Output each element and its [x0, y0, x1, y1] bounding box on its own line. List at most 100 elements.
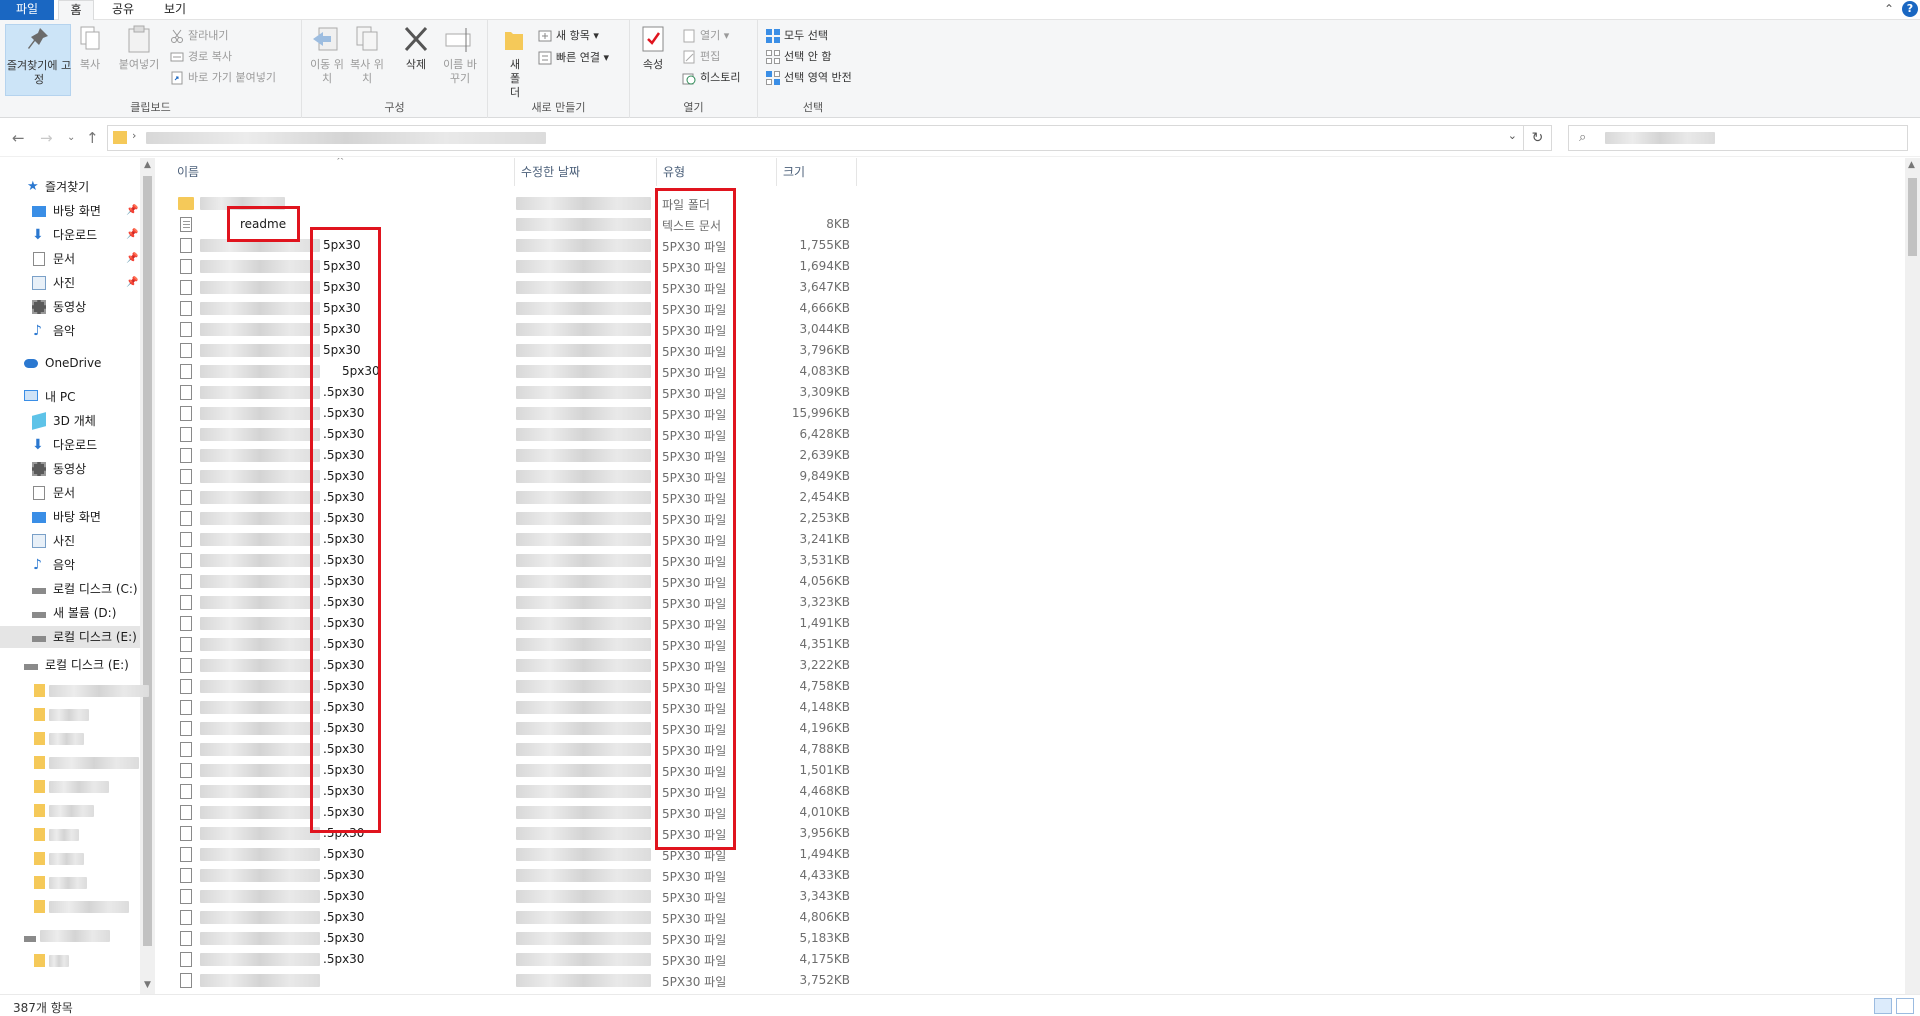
tree-folder[interactable]	[34, 732, 149, 756]
paste-shortcut-button[interactable]: 바로 가기 붙여넣기	[170, 68, 276, 88]
file-row[interactable]: .5px30 5PX30 파일 4,351KB	[160, 634, 860, 655]
file-row[interactable]: .5px30 5PX30 파일 2,454KB	[160, 487, 860, 508]
file-row[interactable]: .5px30 5PX30 파일 3,222KB	[160, 655, 860, 676]
file-row[interactable]: .5px30 5PX30 파일 1,491KB	[160, 613, 860, 634]
rename-button[interactable]: 이름 바꾸기	[440, 24, 480, 86]
tree-folder[interactable]	[34, 900, 149, 924]
file-row[interactable]: .5px30 5PX30 파일 3,531KB	[160, 550, 860, 571]
paste-button[interactable]: 붙여넣기	[114, 24, 164, 72]
file-row[interactable]: .5px30 5PX30 파일 9,849KB	[160, 466, 860, 487]
up-arrow-icon[interactable]: ↑	[86, 129, 99, 147]
sidebar-item-documents[interactable]: 문서 📌	[0, 248, 140, 270]
search-input[interactable]: ⌕	[1568, 125, 1908, 151]
file-row[interactable]: .5px30 5PX30 파일 4,468KB	[160, 781, 860, 802]
tree-folder[interactable]	[34, 804, 149, 828]
file-row[interactable]: .5px30 5PX30 파일 4,433KB	[160, 865, 860, 886]
file-row[interactable]: .5px30 5PX30 파일 6,428KB	[160, 424, 860, 445]
sidebar-item-pictures[interactable]: 사진 📌	[0, 272, 140, 294]
column-header-type[interactable]: 유형	[657, 158, 777, 186]
ribbon-collapse-icon[interactable]: ⌃	[1884, 2, 1894, 16]
tree-folder[interactable]	[34, 954, 149, 978]
file-row[interactable]: .5px30 5PX30 파일 4,758KB	[160, 676, 860, 697]
sidebar-item-downloads[interactable]: ⬇ 다운로드 📌	[0, 224, 140, 246]
sidebar-item-drive-c[interactable]: 로컬 디스크 (C:)	[0, 578, 140, 600]
properties-button[interactable]: 속성	[638, 24, 668, 72]
invert-selection-button[interactable]: 선택 영역 반전	[766, 68, 852, 88]
tree-folder[interactable]	[34, 684, 149, 708]
tab-share[interactable]: 공유	[104, 0, 142, 20]
file-row[interactable]: 5px30 5PX30 파일 3,647KB	[160, 277, 860, 298]
large-icons-view-icon[interactable]	[1896, 998, 1914, 1014]
sidebar-item-pc-documents[interactable]: 문서	[0, 482, 140, 504]
file-row[interactable]: .5px30 5PX30 파일 4,806KB	[160, 907, 860, 928]
file-row[interactable]: .5px30 5PX30 파일 2,639KB	[160, 445, 860, 466]
file-row[interactable]: .5px30 5PX30 파일 3,956KB	[160, 823, 860, 844]
sidebar-item-pc-music[interactable]: ♪ 음악	[0, 554, 140, 576]
file-row[interactable]: 5px30 5PX30 파일 3,796KB	[160, 340, 860, 361]
tree-folder[interactable]	[34, 852, 149, 876]
tree-drive[interactable]	[24, 924, 149, 954]
sidebar-this-pc[interactable]: 내 PC	[0, 386, 140, 408]
new-folder-button[interactable]: 새 폴더	[498, 24, 532, 100]
sidebar-item-drive-e-selected[interactable]: 로컬 디스크 (E:)	[0, 626, 140, 648]
refresh-icon[interactable]: ↻	[1524, 125, 1552, 151]
column-header-date[interactable]: 수정한 날짜	[515, 158, 657, 186]
tree-folder[interactable]	[34, 756, 149, 780]
file-row[interactable]: .5px30 5PX30 파일 1,494KB	[160, 844, 860, 865]
copy-to-button[interactable]: 복사 위치	[350, 24, 384, 86]
sidebar-onedrive[interactable]: OneDrive	[0, 352, 140, 374]
column-header-name[interactable]: 이름	[171, 158, 515, 186]
sidebar-item-3d-objects[interactable]: 3D 개체	[0, 410, 140, 432]
file-row[interactable]: 5px30 5PX30 파일 4,083KB	[160, 361, 860, 382]
file-row[interactable]: 5px30 5PX30 파일 4,666KB	[160, 298, 860, 319]
sidebar-item-music[interactable]: ♪ 음악	[0, 320, 140, 342]
easy-access-button[interactable]: 빠른 연결 ▾	[538, 48, 609, 68]
pin-to-quick-access-button[interactable]: 즐겨찾기에 고정	[5, 24, 71, 96]
select-all-button[interactable]: 모두 선택	[766, 26, 828, 46]
file-row[interactable]: .5px30 5PX30 파일 3,309KB	[160, 382, 860, 403]
tree-folder[interactable]	[34, 876, 149, 900]
copy-path-button[interactable]: 경로 복사	[170, 47, 232, 67]
sidebar-item-desktop[interactable]: 바탕 화면 📌	[0, 200, 140, 222]
address-dropdown-icon[interactable]: ⌄	[1508, 129, 1517, 142]
edit-button[interactable]: 편집	[682, 47, 720, 67]
tab-view[interactable]: 보기	[156, 0, 194, 20]
copy-button[interactable]: 복사	[76, 24, 104, 72]
file-row[interactable]: .5px30 5PX30 파일 3,343KB	[160, 886, 860, 907]
file-row[interactable]: .5px30 5PX30 파일 4,196KB	[160, 718, 860, 739]
file-row[interactable]: 5px30 5PX30 파일 1,694KB	[160, 256, 860, 277]
select-none-button[interactable]: 선택 안 함	[766, 47, 831, 67]
tree-folder[interactable]	[34, 828, 149, 852]
sidebar-drive-e[interactable]: 로컬 디스크 (E:)	[0, 654, 140, 676]
details-view-icon[interactable]	[1874, 998, 1892, 1014]
file-row[interactable]: .5px30 5PX30 파일 15,996KB	[160, 403, 860, 424]
sidebar-item-pc-desktop[interactable]: 바탕 화면	[0, 506, 140, 528]
help-icon[interactable]: ?	[1902, 1, 1918, 17]
file-row[interactable]: .5px30 5PX30 파일 5,183KB	[160, 928, 860, 949]
tree-folder[interactable]	[34, 780, 149, 804]
sidebar-item-drive-d[interactable]: 새 볼륨 (D:)	[0, 602, 140, 624]
recent-locations-chevron-icon[interactable]: ⌄	[67, 132, 75, 143]
address-field[interactable]: › ⌄	[107, 125, 1524, 151]
delete-button[interactable]: 삭제	[402, 24, 430, 72]
file-row[interactable]: .5px30 5PX30 파일 4,056KB	[160, 571, 860, 592]
scroll-down-icon[interactable]: ▼	[144, 980, 151, 990]
cut-button[interactable]: 잘라내기	[170, 26, 228, 46]
column-header-size[interactable]: 크기	[777, 158, 857, 186]
file-row[interactable]: .5px30 5PX30 파일 4,148KB	[160, 697, 860, 718]
sidebar-quick-access[interactable]: ★ 즐겨찾기	[0, 176, 140, 198]
breadcrumb-path[interactable]	[146, 132, 546, 144]
new-item-button[interactable]: 새 항목 ▾	[538, 26, 599, 46]
file-row[interactable]: .5px30 5PX30 파일 2,253KB	[160, 508, 860, 529]
file-list-scrollbar[interactable]	[1905, 158, 1920, 994]
file-row[interactable]: .5px30 5PX30 파일 4,175KB	[160, 949, 860, 970]
file-row[interactable]: .5px30 5PX30 파일 3,241KB	[160, 529, 860, 550]
file-row[interactable]: .5px30 5PX30 파일 1,501KB	[160, 760, 860, 781]
file-row[interactable]: 5px30 5PX30 파일 3,044KB	[160, 319, 860, 340]
file-row[interactable]: 5PX30 파일 3,752KB	[160, 970, 860, 991]
scroll-up-icon[interactable]: ▲	[144, 160, 151, 170]
tree-folder[interactable]	[34, 708, 149, 732]
scroll-up-icon[interactable]: ▲	[1908, 160, 1915, 170]
open-button[interactable]: 열기 ▾	[682, 26, 729, 46]
back-arrow-icon[interactable]: ←	[12, 129, 25, 147]
